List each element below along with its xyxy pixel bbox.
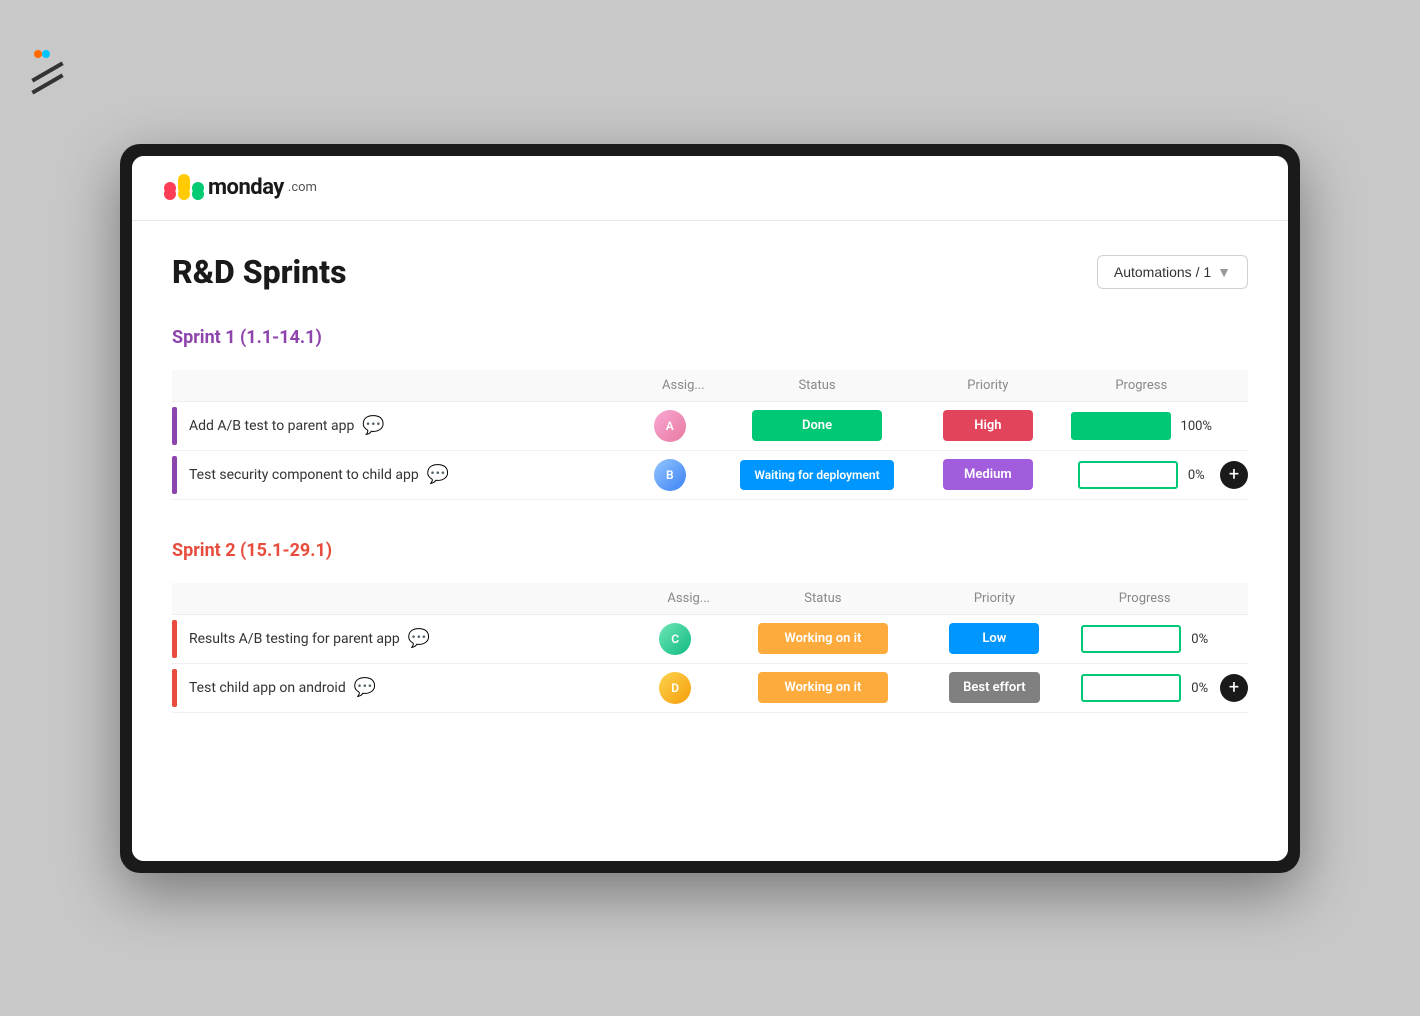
sprint1-task2-status-cell[interactable]: Waiting for deployment [721, 450, 913, 499]
sprint2-section: Sprint 2 (15.1-29.1) Assig... Status Pri… [172, 540, 1248, 713]
sprint2-task1-indicator [172, 620, 177, 658]
sprint2-table: Assig... Status Priority Progress [172, 583, 1248, 713]
device-frame: monday .com R&D Sprints Automations / 1 ▼… [120, 144, 1300, 873]
sprint2-task2-avatar: D [659, 672, 691, 704]
sprint2-task1-progress-pct: 0% [1191, 632, 1208, 647]
sprint2-add-col-1 [1220, 614, 1248, 663]
sprint2-add-col-2: + [1220, 663, 1248, 712]
sprint2-task1-assign-cell: C [651, 614, 726, 663]
sprint1-task2-status-badge: Waiting for deployment [740, 460, 893, 490]
sprint1-task1-priority-badge: High [943, 410, 1033, 441]
sprint2-task2-progress-pct: 0% [1191, 681, 1208, 696]
sprint2-task2-progress-cell: 0% [1069, 663, 1220, 712]
sprint1-task2-progress-pct: 0% [1188, 468, 1205, 483]
sprint2-task2-status-badge: Working on it [758, 672, 888, 703]
sprint1-task2-progress-cell: 0% [1063, 450, 1220, 499]
page-header: R&D Sprints Automations / 1 ▼ [172, 253, 1248, 291]
logo-icon [164, 174, 204, 202]
sprint1-task-row-1: Add A/B test to parent app 💬 A Done [172, 401, 1248, 450]
sprint2-task2-indicator [172, 669, 177, 707]
sprint1-task2-name-wrapper: Test security component to child app 💬 [172, 456, 646, 494]
sprint1-task-row-2: Test security component to child app 💬 B… [172, 450, 1248, 499]
sprint1-task2-avatar: B [654, 459, 686, 491]
sprint1-task2-name: Test security component to child app [189, 467, 419, 483]
main-content: R&D Sprints Automations / 1 ▼ Sprint 1 (… [132, 221, 1288, 861]
chevron-down-icon: ▼ [1217, 264, 1231, 280]
sprint2-task1-status-badge: Working on it [758, 623, 888, 654]
sprint1-task1-priority-cell[interactable]: High [913, 401, 1062, 450]
sprint1-task1-name-wrapper: Add A/B test to parent app 💬 [172, 407, 646, 445]
sprint1-task1-indicator [172, 407, 177, 445]
sprint2-task1-progress-bar [1081, 625, 1181, 653]
sprint2-title: Sprint 2 (15.1-29.1) [172, 540, 332, 561]
sprint2-task-row-1: Results A/B testing for parent app 💬 C W… [172, 614, 1248, 663]
sprint2-task2-priority-badge: Best effort [949, 672, 1040, 703]
automations-label: Automations / 1 [1114, 264, 1211, 280]
sprint2-col-priority: Priority [919, 583, 1069, 615]
sprint2-task1-priority-cell[interactable]: Low [919, 614, 1069, 663]
sprint2-task1-status-cell[interactable]: Working on it [726, 614, 919, 663]
sprint2-col-assign: Assig... [651, 583, 726, 615]
sprint1-task2-assign-cell: B [646, 450, 721, 499]
sprint1-col-progress: Progress [1063, 370, 1220, 402]
sprint1-task1-assign-cell: A [646, 401, 721, 450]
sprint1-task1-name: Add A/B test to parent app [189, 418, 354, 434]
sprint2-task2-priority-cell[interactable]: Best effort [919, 663, 1069, 712]
automations-button[interactable]: Automations / 1 ▼ [1097, 255, 1248, 289]
sprint2-task2-status-cell[interactable]: Working on it [726, 663, 919, 712]
sprint2-task2-progress-bar [1081, 674, 1181, 702]
sprint1-col-priority: Priority [913, 370, 1062, 402]
app-window: monday .com R&D Sprints Automations / 1 ▼… [132, 156, 1288, 861]
sprint2-task1-avatar: C [659, 623, 691, 655]
logo-suffix-text: .com [288, 180, 317, 195]
sprint1-task1-progress-pct: 100% [1181, 419, 1212, 434]
sprint1-task1-comment-icon[interactable]: 💬 [362, 415, 384, 436]
sprint2-add-column-button[interactable]: + [1220, 674, 1248, 702]
sprint1-add-column-button[interactable]: + [1220, 461, 1248, 489]
sprint1-task2-priority-badge: Medium [943, 459, 1033, 490]
sprint1-col-status: Status [721, 370, 913, 402]
sprint1-task2-comment-icon[interactable]: 💬 [427, 464, 449, 485]
sprint1-task2-progress-bar [1078, 461, 1178, 489]
sprint1-task1-progress-cell: 100% [1063, 401, 1220, 450]
sprint1-title: Sprint 1 (1.1-14.1) [172, 327, 322, 348]
sprint2-task1-comment-icon[interactable]: 💬 [408, 628, 430, 649]
sprint2-task1-priority-badge: Low [949, 623, 1039, 654]
sprint1-task2-indicator [172, 456, 177, 494]
sprint2-task1-name: Results A/B testing for parent app [189, 631, 400, 647]
sprint2-task2-comment-icon[interactable]: 💬 [354, 677, 376, 698]
app-header: monday .com [132, 156, 1288, 221]
sprint2-task2-name: Test child app on android [189, 680, 346, 696]
sprint1-task1-status-badge: Done [752, 410, 882, 441]
sprint1-col-add [1220, 370, 1248, 402]
sprint2-task1-name-wrapper: Results A/B testing for parent app 💬 [172, 620, 651, 658]
sprint1-table: Assig... Status Priority Progress [172, 370, 1248, 500]
sprint1-col-assign: Assig... [646, 370, 721, 402]
sprint2-col-name [172, 583, 651, 615]
sprint1-section: Sprint 1 (1.1-14.1) Assig... Status Prio… [172, 327, 1248, 500]
sprint1-task1-progress-bar [1071, 412, 1171, 440]
sprint2-task1-progress-cell: 0% [1069, 614, 1220, 663]
sprint2-task-row-2: Test child app on android 💬 D Working on… [172, 663, 1248, 712]
sprint2-task2-assign-cell: D [651, 663, 726, 712]
sprint2-col-progress: Progress [1069, 583, 1220, 615]
sprint1-col-name [172, 370, 646, 402]
logo-brand-text: monday [208, 175, 284, 200]
sprint2-col-add [1220, 583, 1248, 615]
sprint1-add-col-2: + [1220, 450, 1248, 499]
sprint1-task1-avatar: A [654, 410, 686, 442]
sprint1-task2-priority-cell[interactable]: Medium [913, 450, 1062, 499]
sprint2-task2-name-wrapper: Test child app on android 💬 [172, 669, 651, 707]
sprint1-task1-status-cell[interactable]: Done [721, 401, 913, 450]
sprint2-col-status: Status [726, 583, 919, 615]
logo-area: monday .com [164, 174, 1256, 202]
sprint1-add-col-1 [1220, 401, 1248, 450]
sprint1-task1-progress-fill [1073, 414, 1169, 438]
page-title: R&D Sprints [172, 253, 347, 291]
